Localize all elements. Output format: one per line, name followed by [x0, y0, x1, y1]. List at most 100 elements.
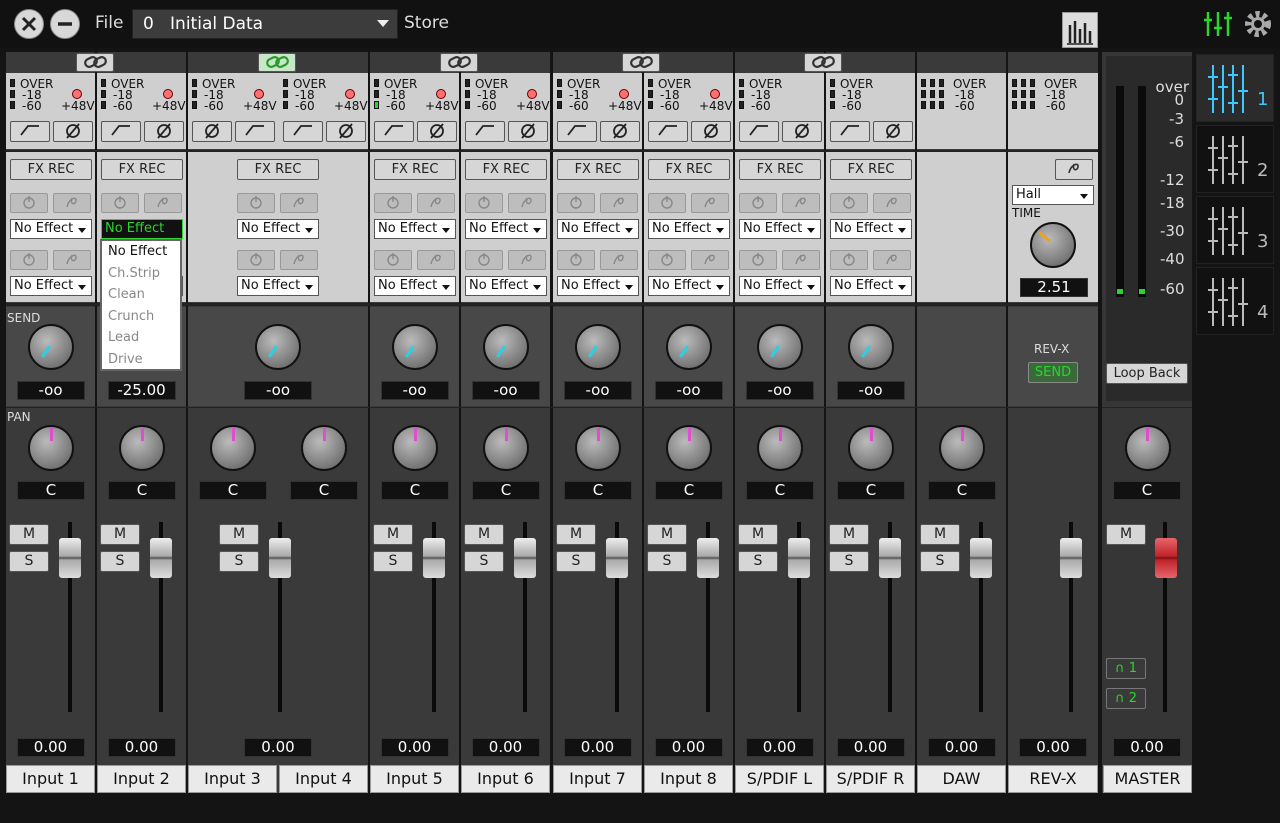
effect-edit-button[interactable]: [600, 193, 638, 213]
phones1-button[interactable]: ∩ 1: [1106, 658, 1146, 679]
fader-cap[interactable]: [269, 538, 291, 578]
phantom-led[interactable]: [710, 89, 720, 99]
mute-button[interactable]: M: [829, 524, 869, 545]
phase-button[interactable]: [782, 121, 822, 142]
solo-button[interactable]: S: [9, 551, 49, 572]
master-mute-button[interactable]: M: [1106, 524, 1146, 545]
effect-power-button[interactable]: [465, 193, 503, 213]
fx-rec-button[interactable]: FX REC: [465, 159, 547, 180]
effect-option[interactable]: No Effect: [102, 241, 180, 263]
effect-power-button[interactable]: [374, 193, 412, 213]
solo-button[interactable]: S: [556, 551, 596, 572]
effect-edit-button[interactable]: [873, 193, 911, 213]
stereo-link-button[interactable]: [440, 53, 478, 72]
effect-power-button[interactable]: [237, 193, 275, 213]
fader-cap[interactable]: [423, 538, 445, 578]
effect-option[interactable]: Ch.Strip: [102, 263, 180, 285]
fader-cap[interactable]: [514, 538, 536, 578]
effect-option[interactable]: Lead: [102, 327, 180, 349]
effect-edit-button[interactable]: [417, 193, 455, 213]
stereo-link-button[interactable]: [258, 53, 296, 72]
fader-cap[interactable]: [150, 538, 172, 578]
effect-select[interactable]: No Effect: [648, 219, 730, 239]
hpf-button[interactable]: [557, 121, 597, 142]
effect-power-button[interactable]: [830, 250, 868, 270]
effect-edit-button[interactable]: [53, 250, 91, 270]
effect-edit-button[interactable]: [144, 193, 182, 213]
phase-button[interactable]: [53, 121, 93, 142]
phase-button[interactable]: [600, 121, 640, 142]
mute-button[interactable]: M: [373, 524, 413, 545]
fx-rec-button[interactable]: FX REC: [830, 159, 912, 180]
fader-cap[interactable]: [59, 538, 81, 578]
mixer-tab-2[interactable]: 2: [1196, 125, 1274, 193]
hpf-button[interactable]: [465, 121, 505, 142]
effect-power-button[interactable]: [10, 250, 48, 270]
mixer-tab-4[interactable]: 4: [1196, 267, 1274, 335]
mixer-tab-3[interactable]: 3: [1196, 196, 1274, 264]
effect-power-button[interactable]: [237, 250, 275, 270]
effect-edit-button[interactable]: [508, 193, 546, 213]
fx-rec-button[interactable]: FX REC: [648, 159, 730, 180]
effect-option[interactable]: Drive: [102, 349, 180, 371]
phantom-led[interactable]: [163, 89, 173, 99]
phase-button[interactable]: [326, 121, 366, 142]
effect-power-button[interactable]: [557, 193, 595, 213]
effect-edit-button[interactable]: [873, 250, 911, 270]
effect-select[interactable]: No Effect: [648, 276, 730, 296]
hpf-button[interactable]: [648, 121, 688, 142]
solo-button[interactable]: S: [920, 551, 960, 572]
phase-button[interactable]: [508, 121, 548, 142]
effect-power-button[interactable]: [374, 250, 412, 270]
phones2-button[interactable]: ∩ 2: [1106, 688, 1146, 709]
effect-edit-button[interactable]: [782, 193, 820, 213]
solo-button[interactable]: S: [219, 551, 259, 572]
phantom-led[interactable]: [254, 89, 264, 99]
effect-power-button[interactable]: [557, 250, 595, 270]
phase-button[interactable]: [873, 121, 913, 142]
phantom-led[interactable]: [527, 89, 537, 99]
send-knob[interactable]: [255, 324, 301, 370]
effect-select[interactable]: No Effect: [10, 219, 92, 239]
effect-option[interactable]: Crunch: [102, 306, 180, 328]
reverb-time-knob[interactable]: [1030, 222, 1076, 268]
fx-rec-button[interactable]: FX REC: [374, 159, 456, 180]
fx-rec-button[interactable]: FX REC: [237, 159, 319, 180]
hpf-button[interactable]: [101, 121, 141, 142]
effect-edit-button[interactable]: [280, 250, 318, 270]
mixer-view-icon[interactable]: [1203, 10, 1233, 38]
effect-select[interactable]: No Effect: [10, 276, 92, 296]
stereo-link-button[interactable]: [76, 53, 114, 72]
phase-button[interactable]: [691, 121, 731, 142]
hpf-button[interactable]: [830, 121, 870, 142]
phantom-led[interactable]: [619, 89, 629, 99]
effect-power-button[interactable]: [648, 193, 686, 213]
mute-button[interactable]: M: [100, 524, 140, 545]
hpf-button[interactable]: [283, 121, 323, 142]
fader-cap[interactable]: [879, 538, 901, 578]
effect-select[interactable]: No Effect: [557, 219, 639, 239]
fader-cap[interactable]: [970, 538, 992, 578]
gear-icon[interactable]: [1243, 9, 1273, 39]
effect-power-button[interactable]: [648, 250, 686, 270]
file-menu[interactable]: File: [95, 13, 123, 33]
solo-button[interactable]: S: [738, 551, 778, 572]
effect-select[interactable]: No Effect: [101, 219, 183, 239]
effect-option[interactable]: Clean: [102, 284, 180, 306]
fx-rec-button[interactable]: FX REC: [739, 159, 821, 180]
effect-select[interactable]: No Effect: [465, 276, 547, 296]
phantom-led[interactable]: [436, 89, 446, 99]
effect-edit-button[interactable]: [782, 250, 820, 270]
effect-edit-button[interactable]: [691, 250, 729, 270]
fader-cap[interactable]: [1060, 538, 1082, 578]
effect-select[interactable]: No Effect: [374, 219, 456, 239]
loopback-button[interactable]: Loop Back: [1106, 363, 1188, 384]
phantom-led[interactable]: [72, 89, 82, 99]
effect-edit-button[interactable]: [600, 250, 638, 270]
hpf-button[interactable]: [10, 121, 50, 142]
solo-button[interactable]: S: [829, 551, 869, 572]
fx-rec-button[interactable]: FX REC: [557, 159, 639, 180]
solo-button[interactable]: S: [100, 551, 140, 572]
effect-power-button[interactable]: [465, 250, 503, 270]
solo-button[interactable]: S: [647, 551, 687, 572]
